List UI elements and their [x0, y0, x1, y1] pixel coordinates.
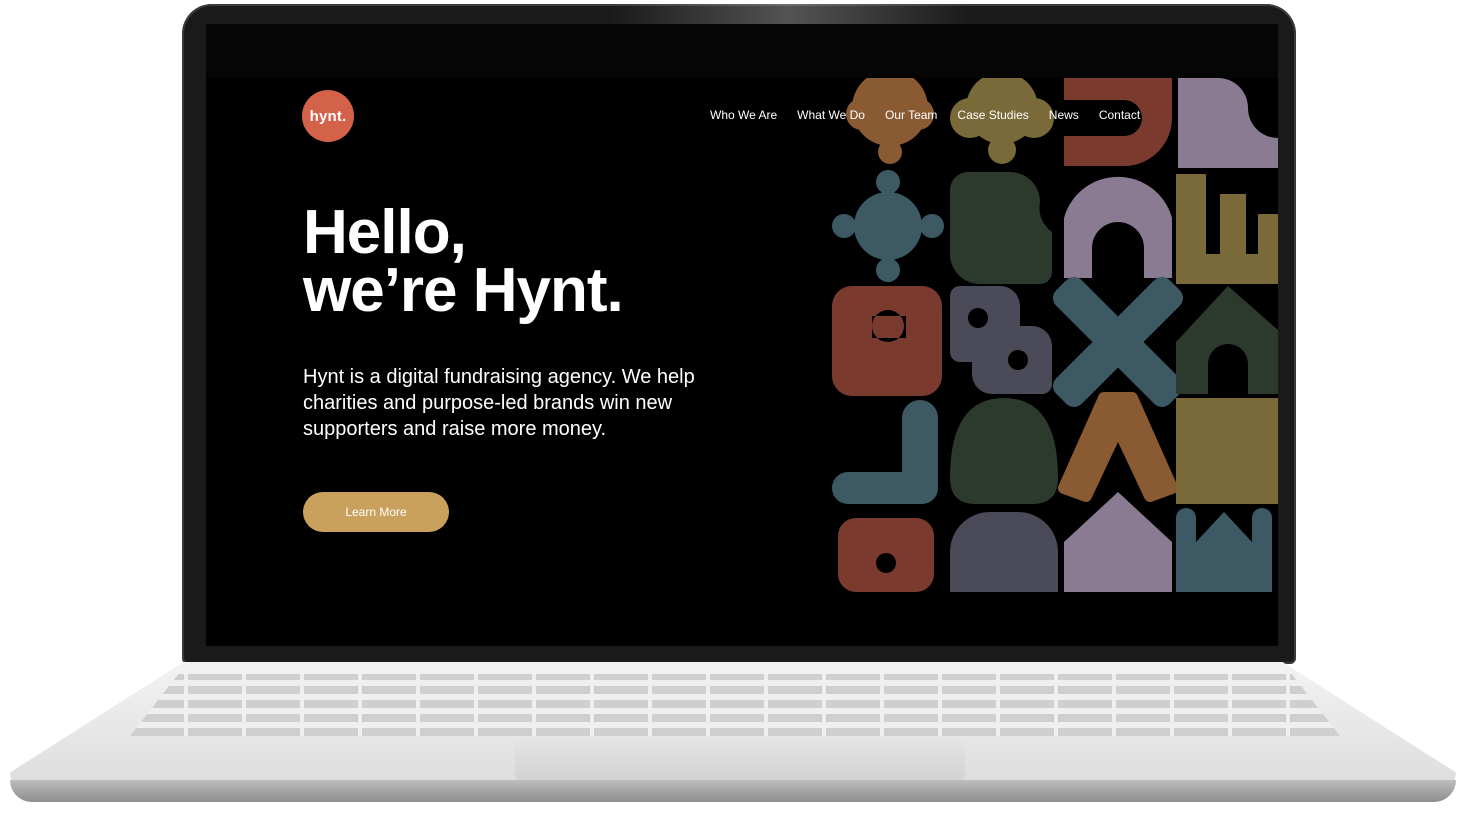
shape-wave: [1178, 78, 1278, 168]
nav-what-we-do[interactable]: What We Do: [797, 108, 865, 122]
nav-news[interactable]: News: [1049, 108, 1079, 122]
shape-house: [1176, 286, 1278, 394]
shape-w: [1176, 174, 1278, 284]
shape-square-ring: [832, 286, 942, 396]
shape-m: [1176, 508, 1272, 592]
shape-triangle: [950, 398, 1058, 504]
shape-l: [832, 400, 938, 504]
hynt-logo[interactable]: hynt.: [302, 90, 354, 142]
shape-star: [832, 170, 944, 282]
shape-gear: [838, 518, 934, 592]
laptop-base-edge: [10, 780, 1456, 802]
nav-our-team[interactable]: Our Team: [885, 108, 937, 122]
shape-peak: [1064, 492, 1172, 592]
hero-title-line-1: Hello,: [303, 198, 467, 267]
nav-who-we-are[interactable]: Who We Are: [710, 108, 777, 122]
screen-top-strip: [206, 24, 1278, 78]
hero-title-line-2: we’re Hynt.: [303, 256, 624, 325]
shape-e: [1064, 78, 1172, 166]
shape-dome: [950, 512, 1058, 592]
shape-blob: [950, 172, 1052, 284]
decorative-shape-grid: [832, 78, 1278, 592]
shape-dice: [950, 286, 1052, 394]
main-nav: Who We Are What We Do Our Team Case Stud…: [710, 108, 1140, 122]
keyboard: [130, 674, 1340, 736]
hero-title: Hello, we’re Hynt.: [303, 198, 624, 325]
trackpad: [515, 740, 965, 780]
shape-x: [1053, 277, 1183, 407]
hero-description: Hynt is a digital fundraising agency. We…: [303, 366, 695, 440]
nav-case-studies[interactable]: Case Studies: [957, 108, 1028, 122]
website-screen: hynt. Who We Are What We Do Our Team Cas…: [206, 78, 1278, 592]
shape-arch: [1064, 176, 1172, 278]
learn-more-button[interactable]: Learn More: [303, 492, 449, 532]
shape-caret: [1058, 392, 1178, 502]
laptop-base: [10, 662, 1456, 812]
shape-h: [1176, 398, 1278, 504]
nav-contact[interactable]: Contact: [1099, 108, 1140, 122]
lid-glare: [610, 4, 970, 24]
